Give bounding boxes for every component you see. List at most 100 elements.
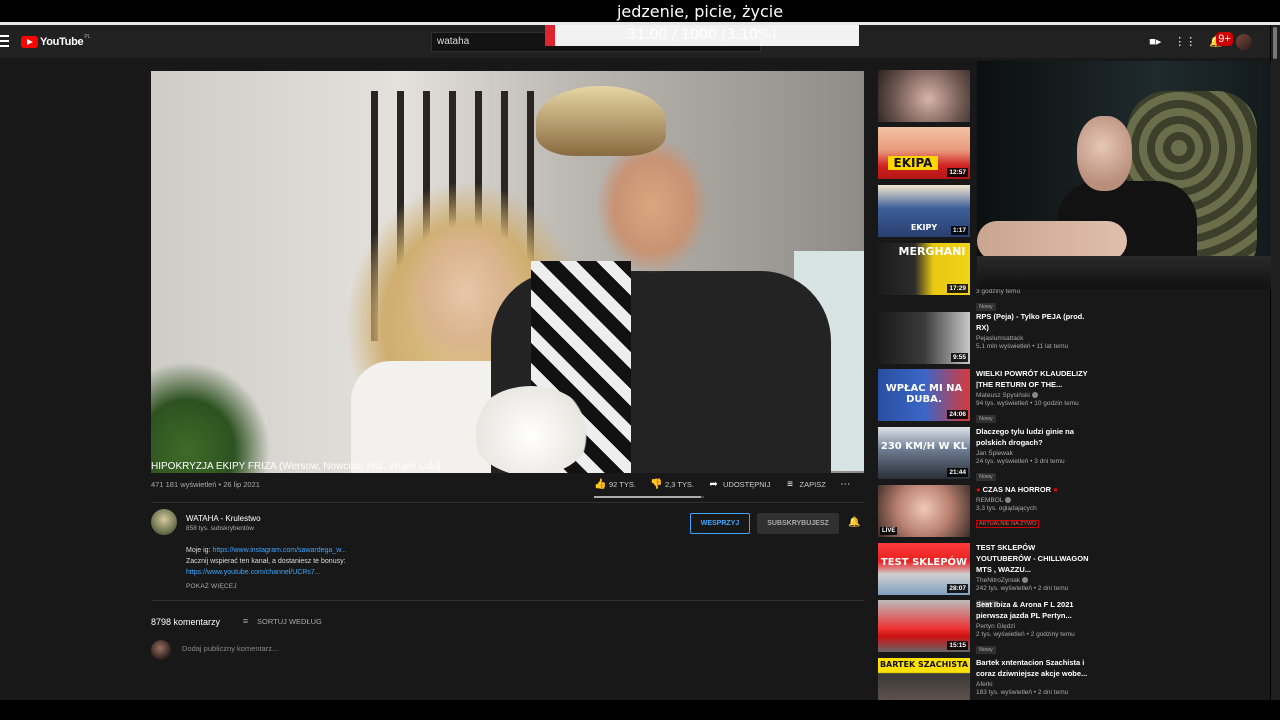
rec-stats: 183 tys. wyświetleń • 2 dni temu [976,689,1069,696]
rec-title[interactable]: Bartek xntentacion Szachista i coraz dzi… [976,657,1091,679]
rec-info[interactable]: Dlaczego tylu ludzi ginie na polskich dr… [976,426,1091,483]
rec-thumbnail[interactable]: BARTEK SZACHISTA [878,658,970,700]
rec-thumbnail[interactable] [878,70,970,122]
rec-channel-name: REMBOL [976,497,1004,504]
rec-thumbnail[interactable]: 9:55 [878,312,970,364]
channel-avatar[interactable] [151,509,177,535]
rec-stats: 3,3 tys. oglądających [976,505,1037,512]
new-badge: Nowy [976,646,996,654]
rec-thumbnail[interactable]: EKIPA 12:57 [878,127,970,179]
rec-channel[interactable]: TheNitroZyniak [976,577,1091,584]
rec-title[interactable]: Seat Ibiza & Arona F L 2021 pierwsza jaz… [976,599,1091,621]
rec-stats: 5,1 mln wyświetleń • 11 lat temu [976,343,1069,350]
rec-thumbnail[interactable]: 230 KM/H W KL 21:44 [878,427,970,479]
rec-thumbnail[interactable]: WPŁAC MI NA DUBA. 24:06 [878,369,970,421]
user-avatar [151,640,171,660]
rec-title[interactable]: RPS (Peja) - Tylko PEJA (prod. RX) [976,311,1091,333]
rec-stats: 3 godziny temu [976,288,1021,295]
rec-thumbnail[interactable]: 15:15 [878,600,970,652]
rec-channel[interactable]: Mateusz Spysiński [976,392,1091,399]
video-player[interactable] [151,71,864,473]
search-value: wataha [437,36,470,47]
channel-subscribers: 858 tys. subskrybentów [186,525,254,532]
rec-channel-name: TheNitroZyniak [976,577,1021,584]
rec-title[interactable]: Dlaczego tylu ludzi ginie na polskich dr… [976,426,1091,448]
sort-comments-button[interactable]: ≡ SORTUJ WEDŁUG [240,616,322,627]
create-video-icon[interactable]: ■▸ [1149,35,1161,49]
rec-channel[interactable]: Pejaslumsattack [976,335,1091,342]
page-scrollbar[interactable] [1271,25,1280,700]
support-button[interactable]: WESPRZYJ [690,513,750,534]
rec-info[interactable]: ● CZAS NA HORROR ● REMBOL 3,3 tys. oglądaj… [976,484,1091,530]
new-badge: Nowy [976,415,996,423]
rec-channel-name: Mateusz Spysiński [976,392,1030,399]
dislike-button[interactable]: 👎 2,3 TYS. [650,479,694,490]
rec-title[interactable]: WIELKI POWRÓT KLAUDELIZY |THE RETURN OF … [976,368,1091,390]
logo-wordmark: YouTube [40,35,84,48]
more-horizontal-icon: ⋯ [840,479,851,490]
video-title: HIPOKRYZJA EKIPY FRIZA (Wersow, Nowciax,… [151,461,441,472]
new-badge: Nowy [976,473,996,481]
rec-channel[interactable]: REMBOL [976,497,1091,504]
rec-thumbnail[interactable]: MERGHANI 17:29 [878,243,970,295]
instagram-link[interactable]: https://www.instagram.com/sawardega_w... [212,547,346,554]
masthead-actions: ■▸ ⋮⋮ 🔔9+ [1149,32,1252,50]
save-button[interactable]: ≡ ZAPISZ [785,479,826,490]
thumbnail-caption: WPŁAC MI NA DUBA. [885,383,963,405]
dislike-count: 2,3 TYS. [664,480,695,489]
live-dot-icon: ● [1051,485,1058,494]
more-actions-button[interactable]: ⋯ [840,479,851,490]
rec-info[interactable]: Bartek xntentacion Szachista i coraz dzi… [976,657,1091,696]
youtube-play-icon [21,35,38,48]
rec-thumbnail[interactable]: LIVE [878,485,970,537]
share-label: UDOSTĘPNIJ [723,480,771,489]
subscribe-button[interactable]: SUBSKRYBUJESZ [757,513,839,534]
webcam-overlay [977,61,1279,289]
rec-info[interactable]: WIELKI POWRÓT KLAUDELIZY |THE RETURN OF … [976,368,1091,425]
scrollbar-thumb[interactable] [1273,27,1277,59]
donation-goal-bar: 31.00 / 1000 (3.10%) [545,25,859,46]
divider [151,502,864,503]
rec-info[interactable]: RPS (Peja) - Tylko PEJA (prod. RX) Pejasl… [976,311,1091,350]
youtube-logo[interactable]: YouTube PL [21,34,90,49]
thumbnail-caption: MERGHANI [898,245,966,258]
menu-icon[interactable] [0,35,9,47]
rec-stats: 242 tys. wyświetleń • 2 dni temu [976,585,1069,592]
rec-title[interactable]: ● CZAS NA HORROR ● [976,484,1091,495]
rec-thumbnail[interactable]: TEST SKLEPÓW 28:07 [878,543,970,595]
channel-name[interactable]: WATAHA - Krulestwo [186,514,261,523]
share-button[interactable]: ➦ UDOSTĘPNIJ [708,479,771,490]
comments-count: 8798 komentarzy [151,617,221,627]
video-frame-hair [536,86,666,156]
video-duration: 17:29 [947,284,968,293]
country-code: PL [84,34,91,40]
rec-stats: 24 tys. wyświetleń • 3 dni temu [976,458,1065,465]
verified-icon [1031,392,1038,399]
channel-link[interactable]: https://www.youtube.com/channel/UCRs7... [186,569,321,576]
show-more-button[interactable]: POKAŻ WIĘCEJ [186,583,237,590]
webcam-desk [977,256,1279,289]
live-badge: LIVE [880,527,898,535]
video-actions: 👍 92 TYS. 👎 2,3 TYS. ➦ UDOSTĘPNIJ ≡ ZAPISZ ⋯ [594,479,851,490]
video-duration: 24:06 [947,410,968,419]
rec-channel[interactable]: Jan Śpiewak [976,450,1091,457]
video-views-date: 471 181 wyświetleń • 26 lip 2021 [151,480,260,489]
add-comment-input[interactable]: Dodaj publiczny komentarz... [182,644,278,653]
thumbnail-caption: 230 KM/H W KL [880,441,968,452]
like-ratio-bar [594,496,704,498]
rec-title-text: CZAS NA HORROR [982,485,1052,494]
bottom-letterbox [0,700,1280,720]
thumbnail-caption: EKIPA [888,156,938,170]
thumbs-up-icon: 👍 [594,479,607,490]
like-button[interactable]: 👍 92 TYS. [594,479,636,490]
channel-bell-icon[interactable]: 🔔 [848,517,860,528]
rec-thumbnail[interactable]: EKIPY 1:17 [878,185,970,237]
apps-grid-icon[interactable]: ⋮⋮ [1174,35,1196,49]
account-avatar[interactable] [1236,34,1252,50]
rec-info[interactable]: Seat Ibiza & Arona F L 2021 pierwsza jaz… [976,599,1091,656]
rec-channel[interactable]: Aferki [976,681,1091,688]
rec-stats: 2 tys. wyświetleń • 2 godziny temu [976,631,1075,638]
rec-title[interactable]: TEST SKLEPÓW YOUTUBERÓW - CHILLWAGON MTS… [976,542,1091,575]
rec-channel[interactable]: Pertyn Ględzi [976,623,1091,630]
notifications-bell-icon[interactable]: 🔔9+ [1209,32,1233,49]
